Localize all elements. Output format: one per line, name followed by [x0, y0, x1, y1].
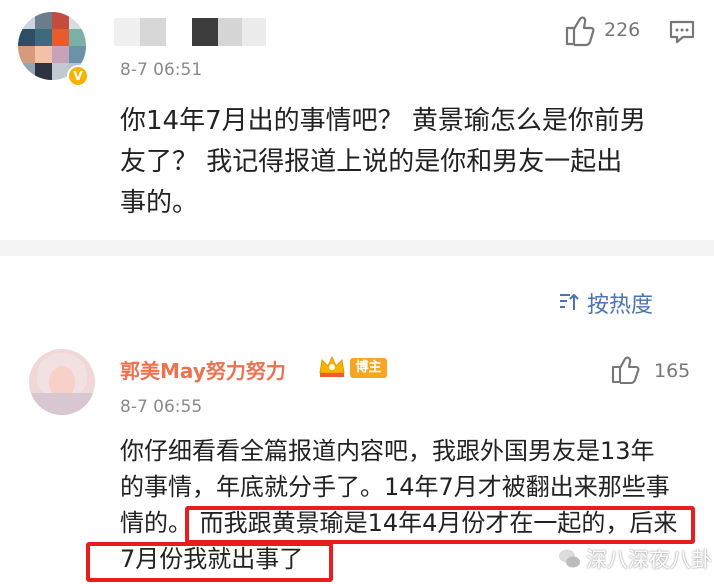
sort-icon[interactable]	[557, 290, 581, 314]
blogger-badge: 博主	[350, 358, 387, 378]
verified-icon: V	[67, 65, 89, 87]
thumbs-up-icon[interactable]	[562, 14, 596, 48]
watermark: 深八深夜八卦	[558, 544, 712, 574]
blogger-name[interactable]: 郭美May努力努力	[120, 355, 286, 384]
watermark-text: 深八深夜八卦	[586, 548, 712, 572]
reply-timestamp: 8-7 06:55	[120, 397, 203, 417]
avatar-shoulders	[29, 393, 95, 415]
commenter-name-obscured	[114, 18, 266, 46]
sort-by-hot-button[interactable]: 按热度	[587, 287, 653, 319]
section-divider	[0, 240, 714, 256]
blogger-avatar[interactable]	[29, 349, 95, 415]
comment-text: 你14年7月出的事情吧？ 黄景瑜怎么是你前男 友了？ 我记得报道上说的是你和男友…	[120, 106, 646, 218]
highlight-box	[86, 542, 333, 582]
crown-icon	[319, 355, 345, 377]
comment-icon[interactable]	[668, 19, 696, 45]
wechat-icon	[559, 549, 580, 568]
like-count: 226	[604, 19, 641, 41]
thumbs-up-icon[interactable]	[608, 354, 640, 386]
highlight-box	[185, 506, 695, 544]
reply-like-count: 165	[654, 360, 691, 382]
comment-timestamp: 8-7 06:51	[120, 60, 203, 80]
